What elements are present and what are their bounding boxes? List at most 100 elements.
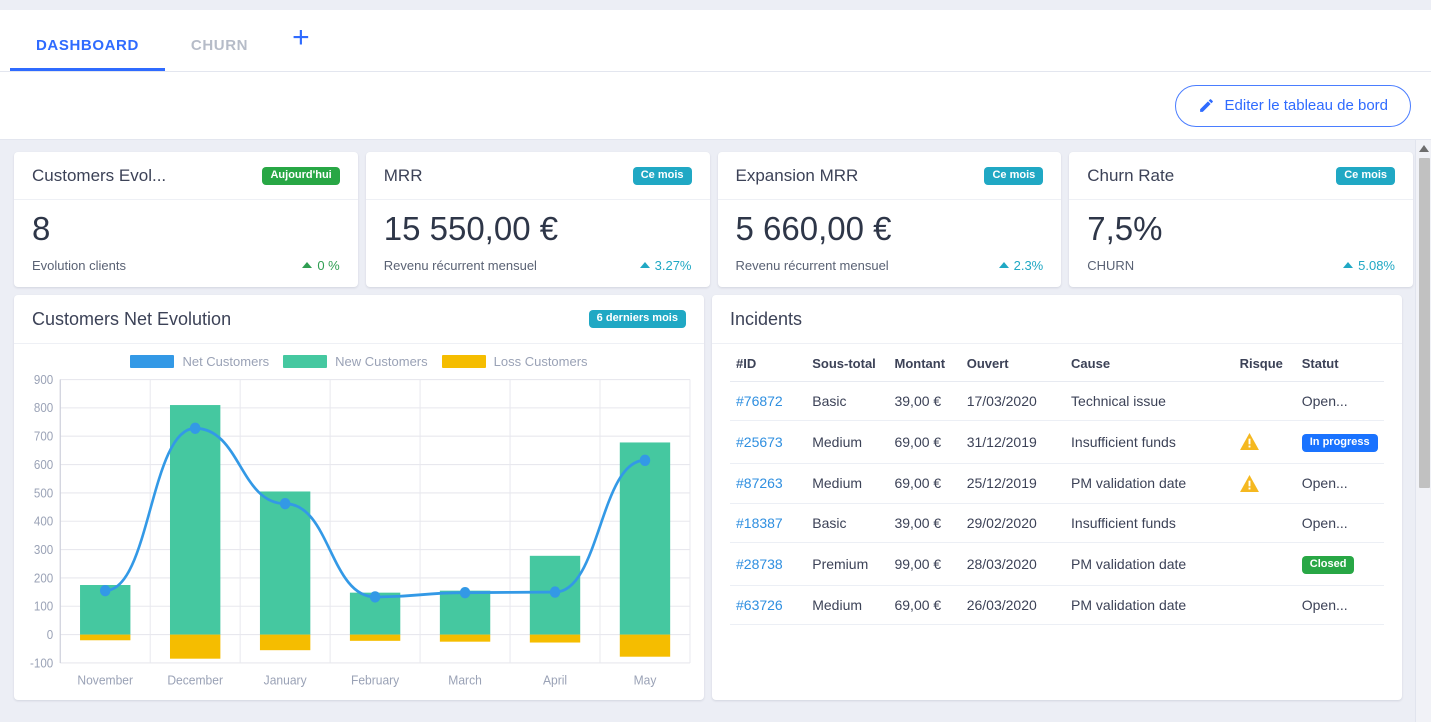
table-row[interactable]: #76872 Basic 39,00 €17/03/2020 Technical is… <box>730 381 1384 421</box>
cell-risk <box>1233 420 1296 464</box>
kpi-footer: Revenu récurrent mensuel 2.3% <box>736 258 1044 273</box>
edit-dashboard-label: Editer le tableau de bord <box>1224 97 1388 114</box>
column-header-id[interactable]: #ID <box>730 343 807 382</box>
kpi-subtitle: Revenu récurrent mensuel <box>383 257 537 273</box>
edit-dashboard-button[interactable]: Editer le tableau de bord <box>1174 84 1411 127</box>
trend-up-icon <box>1343 262 1354 269</box>
add-tab-button[interactable]: + <box>274 23 328 71</box>
kpi-value: 15 550,00 € <box>383 210 559 247</box>
chart-plot-area[interactable]: 900 800 700 600 500 400 300 200 100 0 -100 November… <box>14 373 704 700</box>
table-row[interactable]: #18387 Basic 39,00 €29/02/2020 Insufficient… <box>730 503 1384 543</box>
kpi-footer: Revenu récurrent mensuel 3.27% <box>384 258 692 273</box>
incident-id-link[interactable]: #25673 <box>736 434 783 450</box>
svg-text:January: January <box>264 673 308 688</box>
cell-amount: 39,00 € <box>888 503 961 543</box>
status-text: Open... <box>1301 475 1348 492</box>
kpi-header: Churn Rate Ce mois <box>1069 152 1413 200</box>
column-header-opened[interactable]: Ouvert <box>960 343 1066 382</box>
chart-title: Customers Net Evolution <box>32 308 232 329</box>
kpi-card-customers-evolution[interactable]: Customers Evol... Aujourd'hui 8 Evolutio… <box>14 152 358 287</box>
column-header-risk[interactable]: Risque <box>1233 343 1296 382</box>
cell-subtotal: Basic <box>806 503 889 543</box>
trend-up-icon <box>998 262 1009 269</box>
cell-amount: 39,00 € <box>888 381 961 421</box>
kpi-header: Expansion MRR Ce mois <box>717 152 1062 200</box>
column-header-subtotal[interactable]: Sous-total <box>806 343 889 382</box>
table-row[interactable]: #25673 Medium 69,00 €31/12/2019 Insufficien… <box>730 420 1384 464</box>
svg-text:100: 100 <box>34 599 54 614</box>
cell-cause: PM validation date <box>1065 542 1234 586</box>
kpi-title: Customers Evol... <box>32 166 167 185</box>
scrollbar-thumb[interactable] <box>1419 158 1430 488</box>
cell-subtotal: Medium <box>806 585 889 625</box>
cell-cause: PM validation date <box>1065 463 1234 504</box>
kpi-delta-value: 3.27% <box>654 257 692 273</box>
customers-net-evolution-card: Customers Net Evolution 6 derniers mois … <box>14 294 704 700</box>
kpi-period-badge: Ce mois <box>632 167 692 185</box>
cell-cause: Insufficient funds <box>1065 420 1234 464</box>
table-row[interactable]: #87263 Medium 69,00 €25/12/2019 PM validati… <box>730 463 1384 504</box>
table-row[interactable]: #63726 Medium 69,00 €26/03/2020 PM validati… <box>730 585 1384 625</box>
kpi-card-mrr[interactable]: MRR Ce mois 15 550,00 € Revenu récurrent… <box>365 152 710 287</box>
kpi-body: 7,5% CHURN 5.08% <box>1069 200 1413 287</box>
cell-id: #18387 <box>730 503 807 543</box>
cell-opened: 26/03/2020 <box>960 585 1066 625</box>
kpi-card-expansion-mrr[interactable]: Expansion MRR Ce mois 5 660,00 € Revenu … <box>717 152 1062 287</box>
cell-id: #76872 <box>730 381 807 421</box>
cell-status: Open... <box>1295 463 1384 504</box>
kpi-card-churn-rate[interactable]: Churn Rate Ce mois 7,5% CHURN 5.08% <box>1069 152 1413 287</box>
legend-item-new-customers[interactable]: New Customers <box>283 354 428 369</box>
incident-id-link[interactable]: #76872 <box>736 393 783 409</box>
cell-subtotal: Premium <box>806 542 889 586</box>
customers-net-evolution-svg: 900 800 700 600 500 400 300 200 100 0 -100 November… <box>30 373 691 688</box>
window-top-strip <box>0 0 1431 10</box>
kpi-period-badge: Aujourd'hui <box>262 167 340 185</box>
trend-up-icon <box>639 262 650 269</box>
cell-status: Open... <box>1295 381 1384 421</box>
incident-id-link[interactable]: #18387 <box>736 515 783 531</box>
pencil-icon <box>1198 97 1215 114</box>
column-header-status[interactable]: Statut <box>1295 343 1384 382</box>
incidents-header: Incidents <box>712 295 1402 344</box>
lower-row: Customers Net Evolution 6 derniers mois … <box>14 294 1413 700</box>
svg-text:200: 200 <box>34 571 54 586</box>
cell-cause: Insufficient funds <box>1065 503 1234 543</box>
cell-id: #87263 <box>730 463 807 504</box>
cell-opened: 25/12/2019 <box>960 463 1066 504</box>
column-header-amount[interactable]: Montant <box>888 343 961 382</box>
vertical-scrollbar[interactable] <box>1415 140 1431 722</box>
legend-item-net-customers[interactable]: Net Customers <box>130 354 269 369</box>
cell-status: Closed <box>1295 542 1384 586</box>
legend-item-loss-customers[interactable]: Loss Customers <box>441 354 588 369</box>
kpi-subtitle: Evolution clients <box>32 257 126 273</box>
svg-text:300: 300 <box>34 542 54 557</box>
column-header-cause[interactable]: Cause <box>1065 343 1234 382</box>
status-text: Open... <box>1301 392 1348 409</box>
cell-opened: 17/03/2020 <box>960 381 1066 421</box>
table-row[interactable]: #28738 Premium 99,00 €28/03/2020 PM validat… <box>730 542 1384 586</box>
tab-dashboard[interactable]: DASHBOARD <box>10 37 165 71</box>
cell-risk <box>1233 463 1296 504</box>
kpi-delta: 0 % <box>302 258 340 273</box>
incident-id-link[interactable]: #63726 <box>736 597 783 613</box>
cell-risk <box>1233 381 1296 421</box>
svg-text:400: 400 <box>34 514 54 529</box>
kpi-body: 8 Evolution clients 0 % <box>14 200 358 287</box>
legend-swatch-loss <box>441 354 486 368</box>
kpi-delta: 3.27% <box>639 257 692 273</box>
scroll-up-arrow-icon[interactable] <box>1416 140 1431 156</box>
cell-subtotal: Basic <box>806 381 889 421</box>
incident-id-link[interactable]: #28738 <box>736 556 783 572</box>
legend-label-net: Net Customers <box>182 353 270 369</box>
cell-amount: 69,00 € <box>888 420 961 464</box>
svg-text:-100: -100 <box>30 656 53 671</box>
svg-text:March: March <box>448 673 482 688</box>
incident-id-link[interactable]: #87263 <box>736 475 783 491</box>
status-badge: Closed <box>1301 555 1355 574</box>
cell-cause: Technical issue <box>1065 381 1234 421</box>
status-text: Open... <box>1301 596 1348 613</box>
tab-churn[interactable]: CHURN <box>165 37 274 71</box>
cell-opened: 29/02/2020 <box>960 503 1066 543</box>
kpi-title: Churn Rate <box>1087 166 1175 185</box>
legend-swatch-new <box>283 354 328 368</box>
